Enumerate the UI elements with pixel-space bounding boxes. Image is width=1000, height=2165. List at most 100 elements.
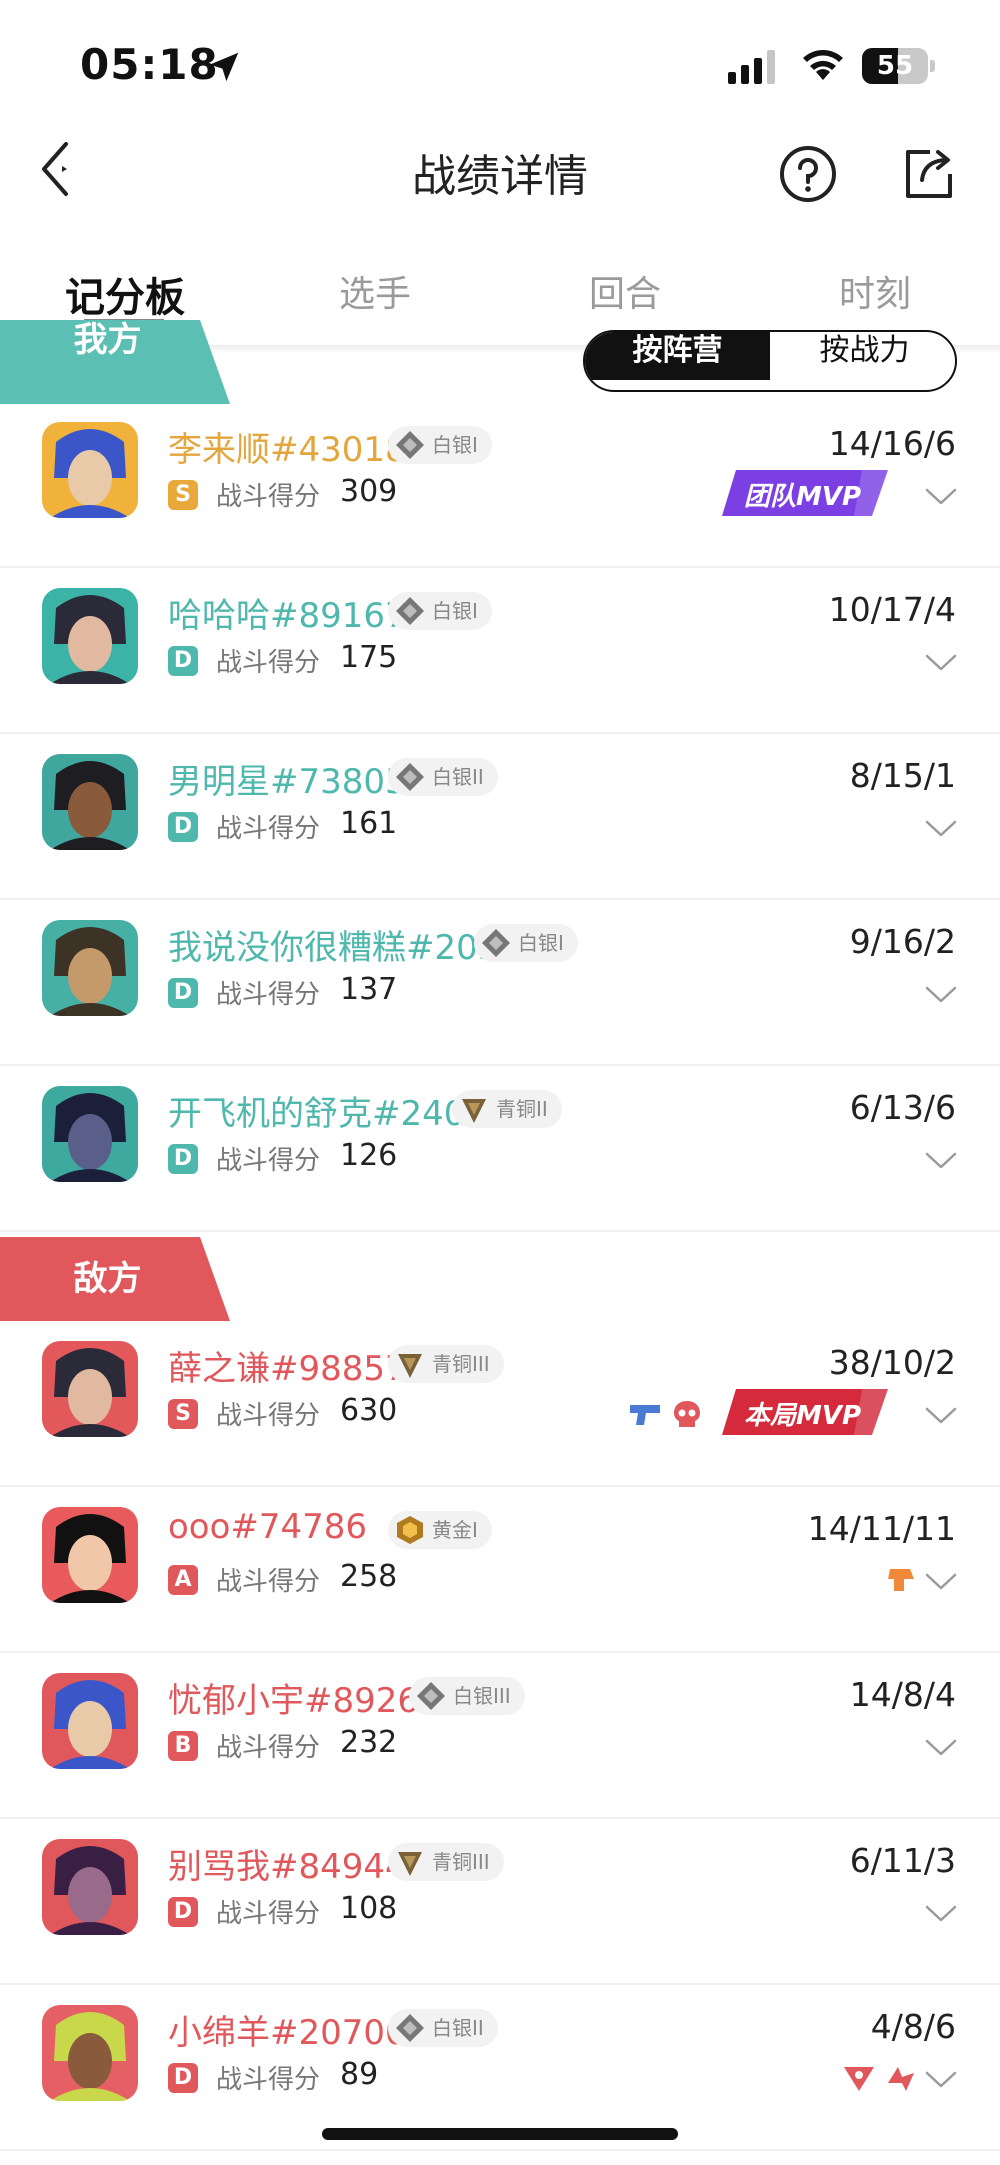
player-name[interactable]: 小绵羊#20700 bbox=[168, 2005, 407, 2054]
rank-label: 青铜III bbox=[432, 1850, 490, 1874]
player-row[interactable]: 哈哈哈#89167 白银I D 战斗得分 175 10/17/4 bbox=[0, 568, 1000, 734]
chevron-down-icon[interactable] bbox=[924, 1903, 958, 1925]
player-name[interactable]: 男明星#73805 bbox=[168, 754, 407, 803]
player-row[interactable]: 男明星#73805 白银II D 战斗得分 161 8/15/1 bbox=[0, 734, 1000, 900]
skull-icon bbox=[670, 1399, 704, 1429]
cellular-signal-icon bbox=[728, 50, 775, 84]
chevron-down-icon[interactable] bbox=[924, 2069, 958, 2091]
rank-badge: 白银I bbox=[388, 592, 492, 630]
rank-badge: 白银III bbox=[409, 1677, 525, 1715]
rank-label: 黄金I bbox=[432, 1518, 478, 1542]
player-row[interactable]: 薛之谦#98857 青铜III S 战斗得分 630 38/10/2 本局MVP bbox=[0, 1321, 1000, 1487]
grade-badge: S bbox=[168, 480, 198, 510]
grade-badge: B bbox=[168, 1731, 198, 1761]
player-name[interactable]: ooo#74786 bbox=[168, 1507, 367, 1547]
player-row[interactable]: 开飞机的舒克#24009 青铜II D 战斗得分 126 6/13/6 bbox=[0, 1066, 1000, 1232]
grade-badge: D bbox=[168, 812, 198, 842]
score-label: 战斗得分 bbox=[216, 814, 321, 844]
score-label: 战斗得分 bbox=[216, 648, 321, 678]
player-name[interactable]: 薛之谦#98857 bbox=[168, 1341, 407, 1390]
player-name[interactable]: 李来顺#43018 bbox=[168, 422, 407, 471]
score-label: 战斗得分 bbox=[216, 1899, 321, 1929]
kda-value: 10/17/4 bbox=[828, 590, 956, 629]
enemy-section-banner: 敌方 bbox=[0, 1237, 230, 1321]
score-value: 175 bbox=[340, 640, 398, 675]
score-label: 战斗得分 bbox=[216, 980, 321, 1010]
mvp-badge-label: 本局MVP bbox=[744, 1401, 862, 1431]
player-avatar[interactable] bbox=[42, 588, 138, 684]
mvp-badge: 团队MVP bbox=[722, 468, 888, 518]
kda-value: 14/8/4 bbox=[849, 1675, 956, 1714]
wifi-icon bbox=[803, 50, 843, 80]
sort-by-power-button[interactable]: 按战力 bbox=[772, 332, 955, 380]
player-row[interactable]: 别骂我#84944 青铜III D 战斗得分 108 6/11/3 bbox=[0, 1819, 1000, 1985]
rank-label: 白银I bbox=[432, 599, 478, 623]
rank-label: 青铜III bbox=[432, 1352, 490, 1376]
nav-bar: 战绩详情 bbox=[0, 110, 1000, 230]
tab-players[interactable]: 选手 bbox=[250, 265, 500, 317]
sort-toggle: 按阵营 按战力 bbox=[583, 330, 957, 392]
chevron-down-icon[interactable] bbox=[924, 486, 958, 508]
rank-badge: 黄金I bbox=[388, 1511, 492, 1549]
score-value: 89 bbox=[340, 2057, 379, 2092]
score-label: 战斗得分 bbox=[216, 1401, 321, 1431]
rank-label: 白银II bbox=[432, 2016, 484, 2040]
rank-badge: 白银II bbox=[388, 2009, 498, 2047]
player-row[interactable]: 忧郁小宇#89260 白银III B 战斗得分 232 14/8/4 bbox=[0, 1653, 1000, 1819]
rank-badge: 白银II bbox=[388, 758, 498, 796]
player-row[interactable]: 小绵羊#20700 白银II D 战斗得分 89 4/8/6 bbox=[0, 1985, 1000, 2151]
score-value: 161 bbox=[340, 806, 398, 841]
battery-percent: 55 bbox=[876, 51, 914, 81]
rank-label: 白银II bbox=[432, 765, 484, 789]
tab-rounds[interactable]: 回合 bbox=[500, 265, 750, 317]
page-title: 战绩详情 bbox=[412, 151, 588, 202]
player-name[interactable]: 别骂我#84944 bbox=[168, 1839, 407, 1888]
player-avatar[interactable] bbox=[42, 2005, 138, 2101]
clutch-icon bbox=[884, 1565, 918, 1595]
chevron-down-icon[interactable] bbox=[924, 1405, 958, 1427]
player-row[interactable]: 我说没你很糟糕#20559 白银I D 战斗得分 137 9/16/2 bbox=[0, 900, 1000, 1066]
rank-label: 白银III bbox=[453, 1684, 511, 1708]
kda-value: 8/15/1 bbox=[849, 756, 956, 795]
chevron-down-icon[interactable] bbox=[924, 1737, 958, 1759]
player-avatar[interactable] bbox=[42, 754, 138, 850]
player-avatar[interactable] bbox=[42, 1839, 138, 1935]
chevron-down-icon[interactable] bbox=[924, 984, 958, 1006]
player-avatar[interactable] bbox=[42, 1507, 138, 1603]
player-avatar[interactable] bbox=[42, 1086, 138, 1182]
player-name[interactable]: 哈哈哈#89167 bbox=[168, 588, 407, 637]
kda-value: 6/13/6 bbox=[849, 1088, 956, 1127]
ally-section-banner: 我方 bbox=[0, 320, 230, 404]
score-value: 108 bbox=[340, 1891, 398, 1926]
help-icon[interactable] bbox=[778, 144, 838, 204]
score-label: 战斗得分 bbox=[216, 2065, 321, 2095]
kda-value: 9/16/2 bbox=[849, 922, 956, 961]
enemy-section-label: 敌方 bbox=[73, 1259, 142, 1299]
kda-value: 6/11/3 bbox=[849, 1841, 956, 1880]
triangle-icon bbox=[842, 2063, 876, 2093]
player-name[interactable]: 忧郁小宇#89260 bbox=[168, 1673, 441, 1722]
player-avatar[interactable] bbox=[42, 1341, 138, 1437]
kda-value: 4/8/6 bbox=[870, 2007, 956, 2046]
sort-by-team-button[interactable]: 按阵营 bbox=[585, 332, 770, 380]
tab-moments[interactable]: 时刻 bbox=[750, 265, 1000, 317]
chevron-down-icon[interactable] bbox=[924, 818, 958, 840]
player-row[interactable]: ooo#74786 黄金I A 战斗得分 258 14/11/11 bbox=[0, 1487, 1000, 1653]
share-icon[interactable] bbox=[900, 146, 956, 202]
rank-badge: 青铜III bbox=[388, 1345, 504, 1383]
chevron-down-icon[interactable] bbox=[924, 1571, 958, 1593]
rank-label: 白银I bbox=[518, 931, 564, 955]
rank-badge: 白银I bbox=[388, 426, 492, 464]
player-avatar[interactable] bbox=[42, 920, 138, 1016]
chevron-down-icon[interactable] bbox=[924, 1150, 958, 1172]
player-avatar[interactable] bbox=[42, 422, 138, 518]
chevron-down-icon[interactable] bbox=[924, 652, 958, 674]
grade-badge: S bbox=[168, 1399, 198, 1429]
status-time: 05:18 bbox=[80, 40, 219, 89]
gun-icon bbox=[628, 1399, 662, 1429]
player-row[interactable]: 李来顺#43018 白银I S 战斗得分 309 14/16/6 团队MVP bbox=[0, 402, 1000, 568]
grade-badge: D bbox=[168, 978, 198, 1008]
score-value: 232 bbox=[340, 1725, 398, 1760]
player-avatar[interactable] bbox=[42, 1673, 138, 1769]
score-label: 战斗得分 bbox=[216, 1567, 321, 1597]
